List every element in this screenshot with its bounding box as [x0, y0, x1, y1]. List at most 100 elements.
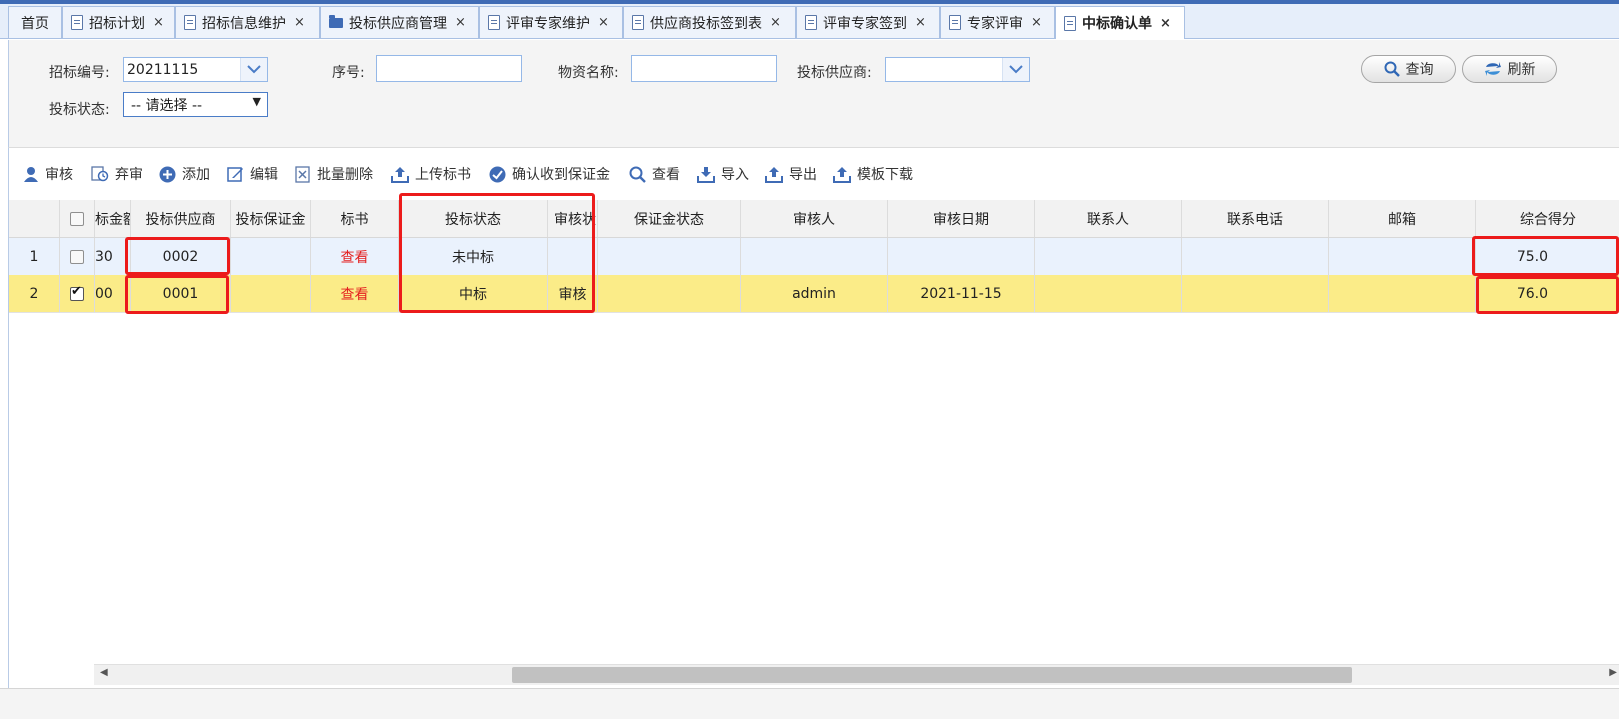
tab-expert-review[interactable]: 专家评审 ×	[940, 6, 1055, 38]
row-checkbox-cell[interactable]	[60, 275, 95, 312]
abandon-review-button[interactable]: 弃审	[91, 164, 143, 184]
seq-input[interactable]	[376, 55, 522, 82]
annotation-box-score-row2	[1476, 276, 1619, 314]
export-button[interactable]: 导出	[765, 164, 817, 184]
seq-label: 序号:	[332, 65, 365, 81]
scroll-right-icon[interactable]: ▶	[1609, 667, 1617, 678]
bid-no-value: 20211115	[127, 61, 199, 78]
bid-no-combo[interactable]: 20211115	[123, 57, 268, 82]
tab-label: 首页	[21, 15, 49, 32]
edit-button[interactable]: 编辑	[227, 164, 278, 184]
phone-cell	[1182, 238, 1329, 275]
close-icon[interactable]: ×	[455, 15, 466, 30]
tab-expert-maintain[interactable]: 评审专家维护 ×	[479, 6, 623, 38]
select-all-checkbox[interactable]	[70, 211, 84, 226]
email-cell	[1329, 275, 1476, 312]
data-grid: 标金额 投标供应商 投标保证金 标书 投标状态 审核状 保证金状态 审核人 审核…	[8, 200, 1619, 688]
view-button[interactable]: 查看	[629, 164, 680, 184]
batch-delete-icon	[295, 165, 310, 183]
supplier-label: 投标供应商:	[797, 65, 872, 81]
tab-label: 投标供应商管理	[349, 15, 447, 32]
search-icon	[1384, 61, 1400, 77]
col-header[interactable]: 审核日期	[888, 200, 1035, 237]
chevron-down-icon[interactable]	[1002, 58, 1029, 81]
close-icon[interactable]: ×	[770, 15, 781, 30]
col-header[interactable]: 邮箱	[1329, 200, 1476, 237]
refresh-icon	[1484, 62, 1501, 76]
toolbar-label: 批量删除	[317, 167, 373, 183]
close-icon[interactable]: ×	[1031, 15, 1042, 30]
template-download-icon	[833, 166, 851, 183]
template-download-button[interactable]: 模板下载	[833, 164, 913, 184]
col-header[interactable]: 综合得分	[1476, 200, 1619, 237]
tab-bid-plan[interactable]: 招标计划 ×	[62, 6, 175, 38]
row-checkbox-checked[interactable]	[70, 284, 84, 301]
chevron-down-icon[interactable]	[240, 58, 267, 81]
tab-supplier-mgmt[interactable]: 投标供应商管理 ×	[320, 6, 479, 38]
reviewer-cell	[741, 238, 888, 275]
contact-cell	[1035, 275, 1182, 312]
col-header[interactable]: 保证金状态	[598, 200, 741, 237]
status-select[interactable]: -- 请选择 -- ▼	[123, 92, 268, 117]
col-header[interactable]: 联系人	[1035, 200, 1182, 237]
import-button[interactable]: 导入	[697, 164, 749, 184]
tab-award-confirm[interactable]: 中标确认单 ×	[1055, 6, 1185, 39]
material-input[interactable]	[631, 55, 777, 82]
search-icon	[629, 166, 646, 183]
review-button[interactable]: 审核	[23, 164, 73, 184]
col-header[interactable]: 标书	[311, 200, 399, 237]
supplier-combo[interactable]	[885, 57, 1030, 82]
confirm-deposit-button[interactable]: 确认收到保证金	[489, 164, 610, 184]
batch-delete-button[interactable]: 批量删除	[295, 164, 373, 184]
toolbar-label: 编辑	[250, 167, 278, 183]
add-button[interactable]: 添加	[159, 164, 210, 184]
contact-cell	[1035, 238, 1182, 275]
view-bid-link[interactable]: 查看	[311, 238, 399, 275]
scroll-left-icon[interactable]: ◀	[100, 667, 108, 678]
tab-bid-info[interactable]: 招标信息维护 ×	[175, 6, 320, 38]
view-bid-link[interactable]: 查看	[311, 275, 399, 312]
row-checkbox-cell[interactable]	[60, 238, 95, 275]
query-button[interactable]: 查询	[1361, 55, 1456, 83]
row-number: 2	[9, 275, 60, 312]
col-header[interactable]: 联系电话	[1182, 200, 1329, 237]
col-header[interactable]: 投标保证金	[231, 200, 311, 237]
tab-label: 招标计划	[89, 15, 145, 32]
col-header[interactable]: 标金额	[95, 200, 131, 237]
close-icon[interactable]: ×	[153, 15, 164, 30]
toolbar-label: 导出	[789, 167, 817, 183]
folder-icon	[329, 14, 343, 28]
horizontal-scrollbar[interactable]: ◀ ▶	[94, 664, 1619, 685]
table-row[interactable]: 2 00 0001 查看 中标 审核 admin 2021-11-15 76.0	[9, 275, 1619, 313]
tab-label: 评审专家维护	[506, 15, 590, 32]
tab-label: 评审专家签到	[823, 15, 907, 32]
tab-label: 供应商投标签到表	[650, 15, 762, 32]
close-icon[interactable]: ×	[598, 15, 609, 30]
document-icon	[632, 15, 644, 30]
close-icon[interactable]: ×	[294, 15, 305, 30]
annotation-box-score-row1	[1472, 236, 1619, 276]
document-icon	[71, 15, 83, 30]
tab-label: 招标信息维护	[202, 15, 286, 32]
row-number-header	[9, 200, 60, 237]
upload-bid-button[interactable]: 上传标书	[391, 164, 471, 184]
reviewer-cell: admin	[741, 275, 888, 312]
row-checkbox[interactable]	[70, 249, 84, 264]
scrollbar-thumb[interactable]	[512, 667, 1352, 683]
phone-cell	[1182, 275, 1329, 312]
table-row[interactable]: 1 30 0002 查看 未中标 75.0	[9, 238, 1619, 276]
add-icon	[159, 166, 176, 182]
refresh-button[interactable]: 刷新	[1462, 55, 1557, 83]
query-button-label: 查询	[1405, 62, 1434, 78]
tab-supplier-signin[interactable]: 供应商投标签到表 ×	[623, 6, 796, 38]
close-icon[interactable]: ×	[915, 15, 926, 30]
col-header[interactable]: 投标供应商	[131, 200, 231, 237]
close-icon[interactable]: ×	[1160, 16, 1171, 31]
document-icon	[949, 15, 961, 30]
pagination-bar	[0, 688, 1619, 719]
col-header[interactable]: 审核人	[741, 200, 888, 237]
tab-bar: 首页 招标计划 × 招标信息维护 × 投标供应商管理 × 评审专家维护 × 供应…	[0, 4, 1619, 39]
tab-home[interactable]: 首页	[8, 6, 62, 38]
tab-expert-signin[interactable]: 评审专家签到 ×	[796, 6, 940, 38]
select-all-header[interactable]	[60, 200, 95, 237]
